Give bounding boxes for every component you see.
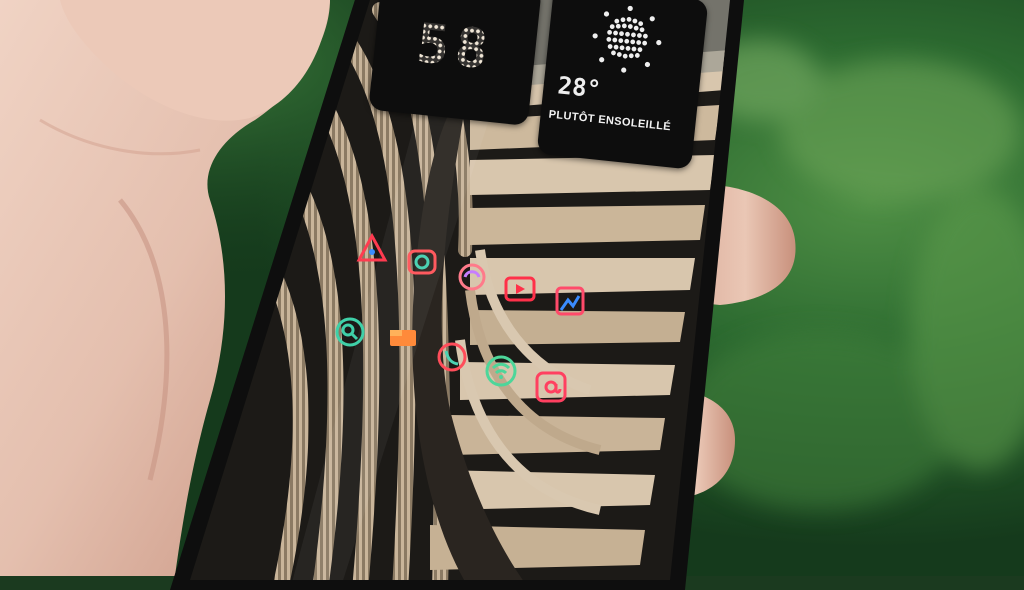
sync-icon[interactable] (455, 260, 489, 294)
video-icon[interactable] (503, 272, 537, 306)
phone-icon[interactable] (435, 340, 469, 374)
clock-widget[interactable]: 58 58 (368, 0, 542, 126)
shortcut-icon[interactable] (355, 232, 389, 266)
camera-icon[interactable] (405, 245, 439, 279)
search-icon[interactable] (333, 315, 367, 349)
weather-widget[interactable]: 28° PLUTÔT ENSOLEILLÉ (536, 0, 709, 170)
weather-temperature: 28° (556, 71, 603, 104)
at-sign-icon[interactable] (534, 370, 568, 404)
wifi-icon[interactable] (484, 354, 518, 388)
weather-condition: PLUTÔT ENSOLEILLÉ (548, 108, 672, 134)
sun-icon (592, 5, 662, 73)
photos-icon[interactable] (553, 284, 587, 318)
folder-icon[interactable] (386, 322, 420, 356)
clock-time-minutes: 58 (393, 11, 518, 82)
